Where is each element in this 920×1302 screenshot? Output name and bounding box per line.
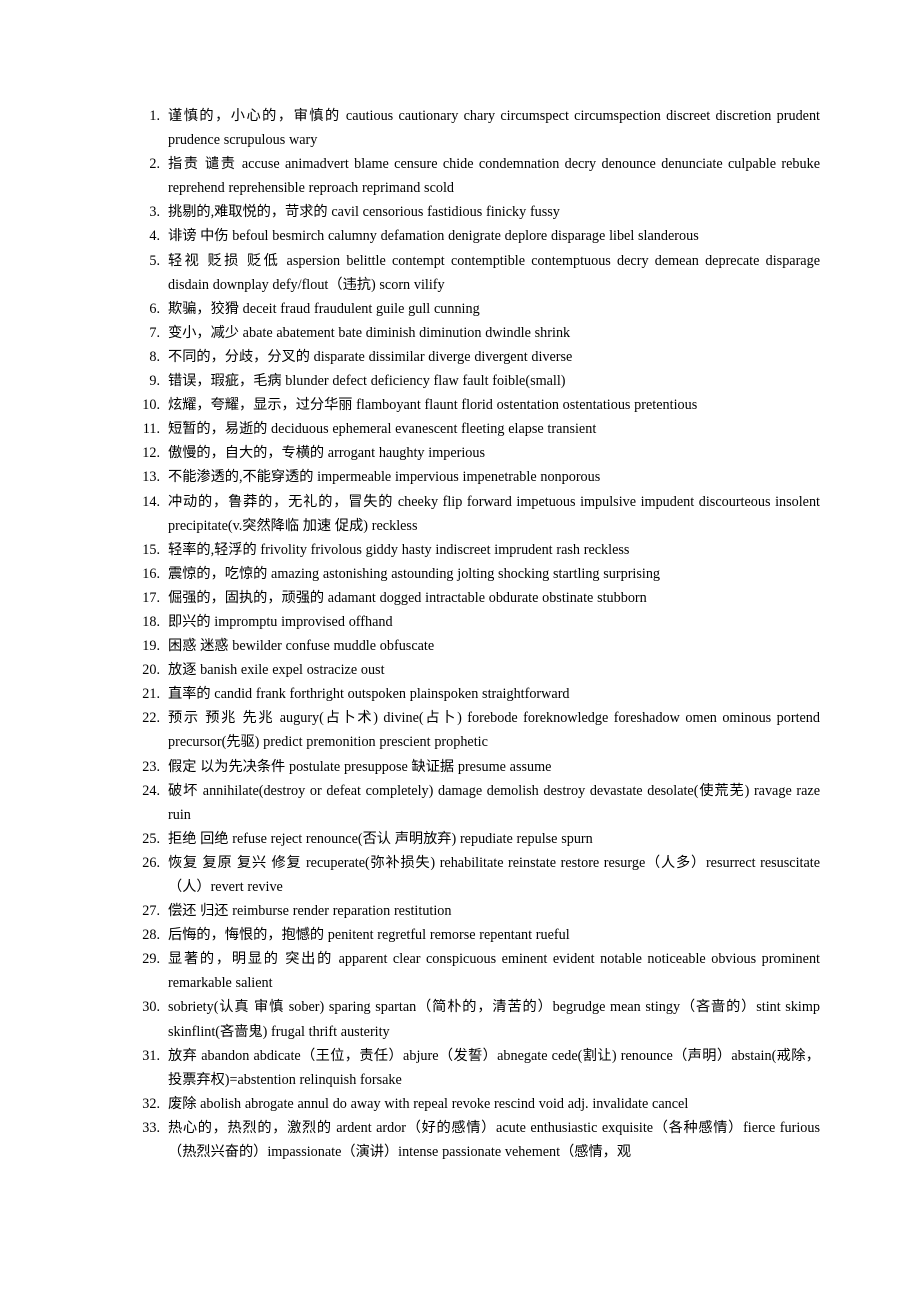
list-item-text: 热心的，热烈的，激烈的 ardent ardor（好的感情）acute enth…	[168, 1119, 820, 1161]
list-item: 轻视 贬损 贬低 aspersion belittle contempt con…	[140, 249, 820, 297]
list-item-text: 炫耀，夸耀，显示，过分华丽 flamboyant flaunt florid o…	[168, 397, 698, 414]
list-item-text: 放弃 abandon abdicate（王位，责任）abjure（发誓）abne…	[168, 1047, 820, 1088]
document-page: 谨慎的，小心的，审慎的 cautious cautionary chary ci…	[0, 0, 920, 1302]
list-item-text: 假定 以为先决条件 postulate presuppose 缺证据 presu…	[168, 758, 552, 775]
list-item: 热心的，热烈的，激烈的 ardent ardor（好的感情）acute enth…	[140, 1116, 820, 1164]
list-item-text: 显著的，明显的 突出的 apparent clear conspicuous e…	[168, 951, 820, 992]
list-item: 放逐 banish exile expel ostracize oust	[140, 658, 820, 682]
list-item: 拒绝 回绝 refuse reject renounce(否认 声明放弃) re…	[140, 827, 820, 851]
list-item-text: 后悔的，悔恨的，抱憾的 penitent regretful remorse r…	[168, 927, 570, 944]
list-item: 挑剔的,难取悦的，苛求的 cavil censorious fastidious…	[140, 200, 820, 224]
list-item-text: 破坏 annihilate(destroy or defeat complete…	[168, 782, 820, 823]
list-item: 不能渗透的,不能穿透的 impermeable impervious impen…	[140, 465, 820, 489]
list-item: 冲动的，鲁莽的，无礼的，冒失的 cheeky flip forward impe…	[140, 490, 820, 538]
list-item-text: 废除 abolish abrogate annul do away with r…	[168, 1095, 689, 1112]
list-item-text: 放逐 banish exile expel ostracize oust	[168, 662, 385, 679]
list-item: 困惑 迷惑 bewilder confuse muddle obfuscate	[140, 634, 820, 658]
list-item-text: 困惑 迷惑 bewilder confuse muddle obfuscate	[168, 638, 435, 655]
list-item-text: 不同的，分歧，分叉的 disparate dissimilar diverge …	[168, 348, 573, 365]
list-item: 倔强的，固执的，顽强的 adamant dogged intractable o…	[140, 586, 820, 610]
list-item-text: 倔强的，固执的，顽强的 adamant dogged intractable o…	[168, 589, 647, 606]
list-item: 恢复 复原 复兴 修复 recuperate(弥补损失) rehabilitat…	[140, 851, 820, 899]
list-item-text: 拒绝 回绝 refuse reject renounce(否认 声明放弃) re…	[168, 830, 593, 847]
list-item: 后悔的，悔恨的，抱憾的 penitent regretful remorse r…	[140, 923, 820, 947]
list-item-text: 即兴的 impromptu improvised offhand	[168, 613, 393, 630]
list-item: 震惊的，吃惊的 amazing astonishing astounding j…	[140, 562, 820, 586]
list-item: 指责 谴责 accuse animadvert blame censure ch…	[140, 152, 820, 200]
list-item-text: 傲慢的，自大的，专横的 arrogant haughty imperious	[168, 445, 486, 462]
list-item-text: 欺骗，狡猾 deceit fraud fraudulent guile gull…	[168, 300, 480, 317]
list-item-text: 错误，瑕疵，毛病 blunder defect deficiency flaw …	[168, 373, 566, 390]
list-item: 预示 预兆 先兆 augury(占卜术) divine(占卜) forebode…	[140, 706, 820, 754]
list-item: 短暂的，易逝的 deciduous ephemeral evanescent f…	[140, 417, 820, 441]
list-item: 破坏 annihilate(destroy or defeat complete…	[140, 779, 820, 827]
list-item-text: 直率的 candid frank forthright outspoken pl…	[168, 686, 570, 703]
list-item: 错误，瑕疵，毛病 blunder defect deficiency flaw …	[140, 369, 820, 393]
list-item-text: 指责 谴责 accuse animadvert blame censure ch…	[168, 156, 820, 197]
list-item: 假定 以为先决条件 postulate presuppose 缺证据 presu…	[140, 755, 820, 779]
list-item-text: 恢复 复原 复兴 修复 recuperate(弥补损失) rehabilitat…	[168, 854, 820, 895]
list-item: 直率的 candid frank forthright outspoken pl…	[140, 682, 820, 706]
list-item-text: 偿还 归还 reimburse render reparation restit…	[168, 903, 452, 920]
list-item: 傲慢的，自大的，专横的 arrogant haughty imperious	[140, 441, 820, 465]
list-item-text: 诽谤 中伤 befoul besmirch calumny defamation…	[168, 228, 699, 245]
list-item-text: 谨慎的，小心的，审慎的 cautious cautionary chary ci…	[168, 108, 820, 149]
list-item-text: 震惊的，吃惊的 amazing astonishing astounding j…	[168, 565, 661, 582]
list-item: 显著的，明显的 突出的 apparent clear conspicuous e…	[140, 947, 820, 995]
list-item: 废除 abolish abrogate annul do away with r…	[140, 1092, 820, 1116]
list-item-text: 冲动的，鲁莽的，无礼的，冒失的 cheeky flip forward impe…	[168, 493, 820, 534]
list-item-text: 轻视 贬损 贬低 aspersion belittle contempt con…	[168, 252, 820, 293]
list-item-text: 挑剔的,难取悦的，苛求的 cavil censorious fastidious…	[168, 204, 560, 221]
list-item: 放弃 abandon abdicate（王位，责任）abjure（发誓）abne…	[140, 1044, 820, 1092]
list-item-text: 变小，减少 abate abatement bate diminish dimi…	[168, 324, 571, 341]
list-item: 变小，减少 abate abatement bate diminish dimi…	[140, 321, 820, 345]
list-item-text: 短暂的，易逝的 deciduous ephemeral evanescent f…	[168, 421, 597, 438]
list-item-text: sobriety(认真 审慎 sober) sparing spartan（简朴…	[168, 999, 820, 1040]
list-item-text: 不能渗透的,不能穿透的 impermeable impervious impen…	[168, 469, 601, 486]
list-item-text: 预示 预兆 先兆 augury(占卜术) divine(占卜) forebode…	[168, 710, 820, 751]
list-item: 不同的，分歧，分叉的 disparate dissimilar diverge …	[140, 345, 820, 369]
vocabulary-list: 谨慎的，小心的，审慎的 cautious cautionary chary ci…	[140, 104, 820, 1164]
list-item: sobriety(认真 审慎 sober) sparing spartan（简朴…	[140, 995, 820, 1043]
list-item: 即兴的 impromptu improvised offhand	[140, 610, 820, 634]
list-item-text: 轻率的,轻浮的 frivolity frivolous giddy hasty …	[168, 541, 630, 558]
list-item: 偿还 归还 reimburse render reparation restit…	[140, 899, 820, 923]
list-item: 轻率的,轻浮的 frivolity frivolous giddy hasty …	[140, 538, 820, 562]
list-item: 诽谤 中伤 befoul besmirch calumny defamation…	[140, 224, 820, 248]
list-item: 谨慎的，小心的，审慎的 cautious cautionary chary ci…	[140, 104, 820, 152]
list-item: 炫耀，夸耀，显示，过分华丽 flamboyant flaunt florid o…	[140, 393, 820, 417]
list-item: 欺骗，狡猾 deceit fraud fraudulent guile gull…	[140, 297, 820, 321]
